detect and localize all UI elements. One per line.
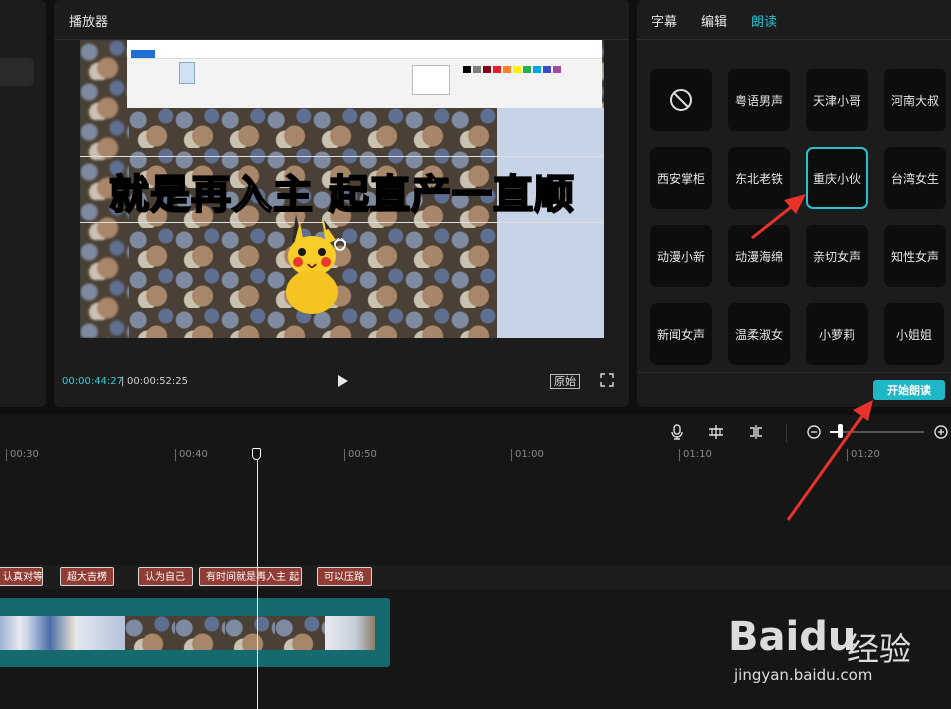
clip-thumbnail [125, 616, 175, 650]
ruler-label: 00:50 [344, 449, 377, 461]
color-swatch [523, 66, 531, 73]
zoom-slider-track[interactable] [830, 431, 924, 433]
zoom-out-icon[interactable] [806, 424, 822, 440]
color-swatch [543, 66, 551, 73]
clip-thumbnail [225, 616, 275, 650]
voice-option[interactable]: 粤语男声 [728, 69, 790, 131]
voice-option-selected[interactable]: 重庆小伙 [806, 147, 868, 209]
media-panel-pill[interactable] [0, 58, 34, 86]
watermark-brand-cn: 经验 [847, 630, 912, 668]
subtitle-clip[interactable]: 认为自己 [138, 567, 193, 586]
voice-option[interactable]: 西安掌柜 [650, 147, 712, 209]
subtitle-clip[interactable]: 认真对等 [0, 567, 43, 586]
time-ruler[interactable]: 00:30 00:40 00:50 01:00 01:10 01:20 [0, 446, 951, 464]
divider [786, 424, 787, 442]
voice-option[interactable]: 亲切女声 [806, 225, 868, 287]
clip-thumbnail [175, 616, 225, 650]
current-time: 00:00:44:27 [62, 376, 124, 387]
color-swatch [553, 66, 561, 73]
paint-canvas-area [497, 108, 604, 338]
subtitle-clip[interactable]: 可以压路 [317, 567, 372, 586]
subtitle-clip[interactable]: 有时间就是再入主 起 [199, 567, 302, 586]
ruler-label: 00:40 [175, 449, 208, 461]
baidu-watermark: Baidu 经验 jingyan.baidu.com [728, 614, 938, 694]
voice-option[interactable]: 小姐姐 [884, 303, 944, 365]
voice-option[interactable]: 新闻女声 [650, 303, 712, 365]
video-preview[interactable]: 就是再入主 起直产一直顺 [80, 40, 604, 338]
paint-app-screenshot [127, 40, 602, 108]
playhead[interactable] [257, 460, 258, 709]
color-swatch [463, 66, 471, 73]
ruler-label: 01:20 [847, 449, 880, 461]
fullscreen-icon[interactable] [600, 373, 614, 387]
playhead-handle[interactable] [252, 448, 261, 460]
voice-option[interactable]: 小萝莉 [806, 303, 868, 365]
ruler-label: 00:30 [6, 449, 39, 461]
watermark-brand: Baidu [728, 614, 857, 660]
color-swatch [513, 66, 521, 73]
paint-ribbon [127, 40, 602, 59]
tab-edit[interactable]: 编辑 [701, 11, 727, 30]
start-reading-button[interactable]: 开始朗读 [873, 380, 945, 400]
clip-thumbnail [25, 616, 75, 650]
split-icon[interactable] [748, 424, 764, 440]
color-swatch [473, 66, 481, 73]
color-swatch [503, 66, 511, 73]
clip-thumbnail [275, 616, 325, 650]
text-box-top-edge [80, 156, 604, 157]
play-icon[interactable] [336, 373, 350, 389]
subtitle-track: 认真对等 超大吉楞 认为自己 有时间就是再入主 起 可以压路 [0, 565, 951, 589]
video-clip[interactable] [0, 598, 390, 667]
voice-option[interactable]: 知性女声 [884, 225, 946, 287]
paint-shapes [412, 65, 450, 95]
rotate-handle-icon[interactable] [333, 238, 347, 252]
microphone-icon[interactable] [669, 424, 685, 440]
clip-thumbnail [325, 616, 375, 650]
divider [637, 39, 951, 40]
subtitle-clip[interactable]: 超大吉楞 [60, 567, 114, 586]
voice-option[interactable]: 动漫海绵 [728, 225, 790, 287]
voice-option[interactable]: 台湾女生 [884, 147, 946, 209]
paint-file-tab [131, 50, 155, 58]
voice-option[interactable]: 天津小哥 [806, 69, 868, 131]
voice-none[interactable] [650, 69, 712, 131]
media-panel [0, 0, 46, 407]
voice-option[interactable]: 动漫小新 [650, 225, 712, 287]
total-time: 00:00:52:25 [127, 376, 189, 387]
watermark-url: jingyan.baidu.com [734, 666, 873, 684]
voice-option[interactable]: 东北老铁 [728, 147, 790, 209]
ratio-button[interactable]: 原始 [550, 374, 580, 389]
player-title: 播放器 [69, 15, 109, 30]
pikachu-sticker[interactable] [278, 212, 348, 314]
tab-read-aloud[interactable]: 朗读 [751, 11, 777, 30]
ruler-label: 01:10 [679, 449, 712, 461]
none-icon [670, 89, 692, 111]
clip-thumbnail [75, 616, 125, 650]
time-separator: | [121, 376, 125, 387]
zoom-in-icon[interactable] [933, 424, 949, 440]
tab-subtitle[interactable]: 字幕 [651, 11, 677, 30]
paint-select-tool [179, 62, 195, 84]
color-swatch [483, 66, 491, 73]
color-swatch [533, 66, 541, 73]
ruler-label: 01:00 [511, 449, 544, 461]
zoom-slider-handle[interactable] [838, 424, 843, 438]
voice-option[interactable]: 温柔淑女 [728, 303, 790, 365]
link-icon[interactable] [708, 424, 724, 440]
properties-panel: 字幕 编辑 朗读 粤语男声 天津小哥 河南大叔 西安掌柜 东北老铁 重庆小伙 台… [637, 0, 951, 407]
voice-option[interactable]: 河南大叔 [884, 69, 946, 131]
divider [637, 372, 951, 373]
player-panel: 播放器 就是再入主 起直产一直顺 00:00:44:27 | 00:00:52:… [54, 0, 629, 407]
color-swatch [493, 66, 501, 73]
